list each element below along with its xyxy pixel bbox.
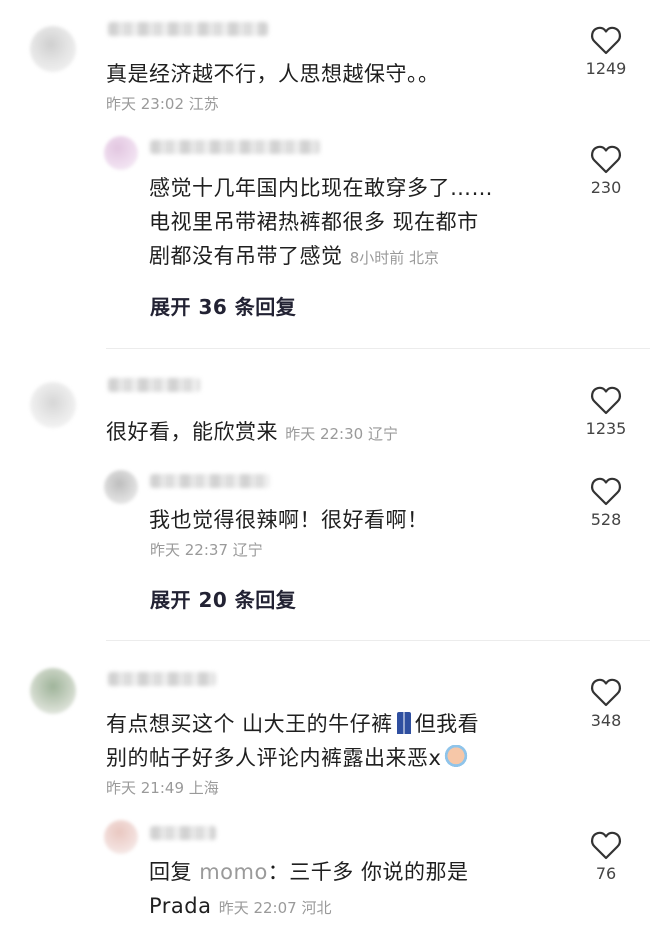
username-blurred[interactable] — [150, 474, 270, 488]
username-blurred[interactable] — [108, 22, 268, 36]
reply-text: Prada — [149, 894, 212, 918]
reply-text-line: 剧都没有吊带了感觉 8小时前 北京 — [149, 238, 439, 277]
reply-text-line: 感觉十几年国内比现在敢穿多了…… — [149, 176, 493, 200]
username-blurred[interactable] — [108, 378, 200, 392]
avatar[interactable] — [104, 820, 138, 854]
comment-text: 真是经济越不行，人思想越保守。。 — [106, 62, 440, 86]
comment-text-line: 有点想买这个 山大王的牛仔裤 但我看 — [106, 706, 479, 743]
avatar[interactable] — [30, 382, 76, 428]
like-button[interactable]: 348 — [576, 677, 636, 730]
comment-text-line: 很好看，能欣赏来 昨天 22:30 辽宁 — [106, 414, 398, 453]
heart-outline-icon — [591, 26, 621, 55]
like-button[interactable]: 230 — [576, 144, 636, 197]
like-button[interactable]: 1235 — [576, 385, 636, 438]
like-count: 230 — [590, 178, 622, 197]
expand-replies-button[interactable]: 展开 36 条回复 — [150, 291, 296, 320]
heart-outline-icon — [591, 831, 621, 860]
reply-text: ：三千多 你说的那是 — [267, 860, 469, 884]
avatar[interactable] — [104, 470, 138, 504]
reply-target-name[interactable]: momo — [199, 860, 268, 884]
reply-meta: 昨天 22:37 辽宁 — [150, 541, 263, 559]
username-blurred[interactable] — [150, 140, 320, 154]
heart-outline-icon — [591, 145, 621, 174]
like-count: 1235 — [585, 419, 627, 438]
comment-meta: 昨天 23:02 江苏 — [106, 95, 219, 113]
reply-text-line: Prada 昨天 22:07 河北 — [149, 888, 331, 927]
like-count: 348 — [590, 711, 622, 730]
username-blurred[interactable] — [108, 672, 216, 686]
username-blurred[interactable] — [150, 826, 216, 840]
comment-meta: 昨天 22:30 辽宁 — [285, 425, 398, 443]
reply-text-line: 电视里吊带裙热裤都很多 现在都市 — [149, 210, 479, 234]
like-button[interactable]: 1249 — [576, 25, 636, 78]
heart-outline-icon — [591, 678, 621, 707]
comment-text: 有点想买这个 山大王的牛仔裤 — [106, 712, 393, 736]
like-count: 528 — [590, 510, 622, 529]
expand-replies-button[interactable]: 展开 20 条回复 — [150, 584, 296, 613]
reply-text: 我也觉得很辣啊！很好看啊！ — [149, 508, 429, 532]
avatar[interactable] — [104, 136, 138, 170]
crying-emoji — [443, 745, 470, 769]
like-count: 76 — [595, 864, 617, 883]
divider — [106, 640, 650, 641]
reply-meta: 昨天 22:07 河北 — [218, 899, 332, 917]
like-count: 1249 — [585, 59, 627, 78]
avatar[interactable] — [30, 26, 76, 72]
like-button[interactable]: 528 — [576, 476, 636, 529]
comment-text: 别的帖子好多人评论内裤露出来恶x — [106, 746, 442, 770]
jeans-emoji — [396, 712, 411, 734]
comment-text: 很好看，能欣赏来 — [106, 420, 278, 444]
heart-outline-icon — [591, 386, 621, 415]
divider — [106, 348, 650, 349]
comment-meta: 昨天 21:49 上海 — [106, 779, 219, 797]
reply-text: 剧都没有吊带了感觉 — [149, 244, 343, 268]
comment-text: 但我看 — [414, 712, 480, 736]
comment-text-line: 别的帖子好多人评论内裤露出来恶x — [106, 740, 470, 777]
reply-prefix: 回复 — [149, 860, 192, 884]
reply-meta: 8小时前 北京 — [349, 249, 439, 267]
reply-text-line: 回复 momo：三千多 你说的那是 — [149, 854, 468, 891]
heart-outline-icon — [591, 477, 621, 506]
like-button[interactable]: 76 — [576, 830, 636, 883]
avatar[interactable] — [30, 668, 76, 714]
